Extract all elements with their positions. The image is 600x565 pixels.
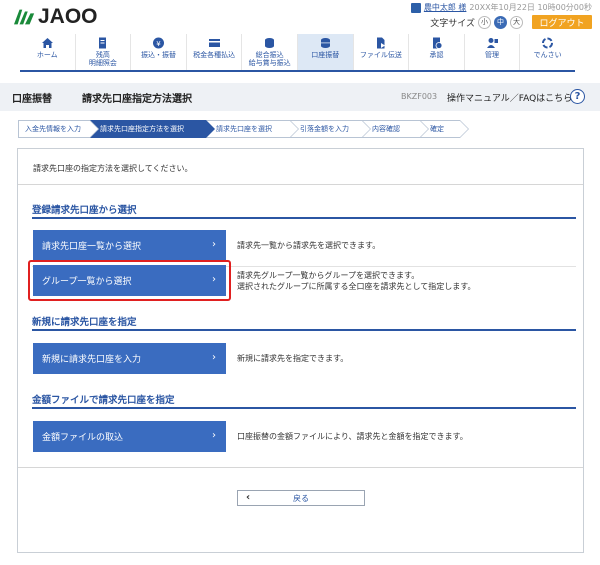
screen-id: BKZF003: [401, 92, 438, 101]
button-description: 請求先グループ一覧からグループを選択できます。 選択されたグループに所属する全口…: [237, 271, 476, 291]
font-size-large-button[interactable]: 大: [510, 15, 523, 29]
select-from-group-button[interactable]: グループ一覧から選択 ›: [33, 265, 226, 296]
new-account-input-button[interactable]: 新規に請求先口座を入力 ›: [33, 343, 226, 374]
button-description: 請求先一覧から請求先を選択できます。: [237, 241, 381, 250]
step-item: 入金先情報を入力: [18, 120, 99, 138]
nav-item-file-transfer[interactable]: ファイル伝送: [354, 34, 410, 70]
document-icon: [96, 37, 109, 49]
global-nav: ホーム 残高 明細照会 ¥ 振込・振替 税金各種払込 総合振込 給与賞与振込 口…: [20, 34, 575, 72]
divider: [18, 184, 583, 185]
back-button[interactable]: ‹ 戻る: [237, 490, 365, 506]
import-amount-file-button[interactable]: 金額ファイルの取込 ›: [33, 421, 226, 452]
nav-item-home[interactable]: ホーム: [20, 34, 76, 70]
button-description: 新規に請求先を指定できます。: [237, 354, 349, 363]
font-size-label: 文字サイズ: [430, 18, 475, 29]
font-size-controls: 文字サイズ 小 中 大 ログアウト: [430, 15, 592, 29]
help-icon[interactable]: ?: [570, 89, 585, 104]
step-item: 請求先口座を選択: [206, 120, 299, 138]
section-title-registered: 登録請求先口座から選択: [32, 205, 137, 216]
main-panel: 請求先口座の指定方法を選択してください。 登録請求先口座から選択 請求先口座一覧…: [17, 148, 584, 553]
chevron-right-icon: ›: [212, 239, 216, 250]
nav-item-densai[interactable]: でんさい: [520, 34, 575, 70]
admin-icon: [486, 37, 499, 49]
logo: JAOO: [14, 5, 98, 28]
step-item-current: 請求先口座指定方法を選択: [90, 120, 215, 138]
file-send-icon: [374, 37, 387, 49]
nav-label: ファイル伝送: [359, 51, 402, 59]
approve-icon: [430, 37, 443, 49]
nav-item-admin[interactable]: 管理: [465, 34, 521, 70]
nav-item-transfer[interactable]: ¥ 振込・振替: [131, 34, 187, 70]
nav-label: 残高 明細照会: [88, 51, 117, 67]
logo-text: JAOO: [38, 5, 98, 28]
button-label: 金額ファイルの取込: [42, 433, 124, 443]
nav-item-approve[interactable]: 承認: [409, 34, 465, 70]
coin-stack-icon: [319, 37, 332, 49]
login-time: 20XX年10月22日 10時00分00秒: [469, 3, 592, 12]
densai-icon: [541, 37, 554, 49]
nav-label: 税金各種払込: [193, 51, 236, 59]
title-bar: 口座振替 請求先口座指定方法選択 BKZF003 操作マニュアル／FAQはこちら…: [0, 83, 600, 111]
nav-label: ホーム: [36, 51, 58, 59]
chevron-right-icon: ›: [212, 274, 216, 285]
page-category: 口座振替: [12, 94, 52, 105]
nav-item-bulk-transfer[interactable]: 総合振込 給与賞与振込: [242, 34, 298, 70]
nav-item-account-transfer[interactable]: 口座振替: [297, 34, 354, 70]
page-title: 請求先口座指定方法選択: [82, 94, 192, 105]
section-divider: [32, 329, 576, 331]
user-info: 農中太郎 様 20XX年10月22日 10時00分00秒: [410, 2, 592, 13]
yen-coin-icon: ¥: [152, 37, 165, 49]
button-description: 口座振替の金額ファイルにより、請求先と金額を指定できます。: [237, 432, 468, 441]
progress-steps: 入金先情報を入力 請求先口座指定方法を選択 請求先口座を選択 引落金額を入力 内…: [18, 120, 469, 138]
card-icon: [208, 37, 221, 49]
nav-item-tax[interactable]: 税金各種払込: [187, 34, 243, 70]
help-link[interactable]: 操作マニュアル／FAQはこちら: [447, 91, 572, 104]
coins-icon: [263, 37, 276, 49]
font-size-small-button[interactable]: 小: [478, 15, 491, 29]
logo-mark-icon: [14, 9, 35, 25]
intro-text: 請求先口座の指定方法を選択してください。: [33, 164, 193, 173]
font-size-medium-button[interactable]: 中: [494, 15, 507, 29]
user-name-link[interactable]: 農中太郎 様: [424, 2, 467, 13]
button-label: 新規に請求先口座を入力: [42, 355, 142, 365]
button-label: グループ一覧から選択: [42, 277, 132, 287]
nav-label: でんさい: [533, 51, 562, 59]
logout-button[interactable]: ログアウト: [532, 15, 592, 29]
nav-label: 振込・振替: [140, 51, 176, 59]
nav-label: 管理: [485, 51, 500, 59]
back-label: 戻る: [293, 493, 309, 503]
section-title-new: 新規に請求先口座を指定: [32, 317, 137, 328]
user-icon: [410, 2, 421, 13]
chevron-right-icon: ›: [212, 430, 216, 441]
select-from-list-button[interactable]: 請求先口座一覧から選択 ›: [33, 230, 226, 261]
nav-label: 口座振替: [311, 51, 340, 59]
section-divider: [32, 407, 576, 409]
svg-text:¥: ¥: [156, 40, 161, 48]
nav-label: 総合振込 給与賞与振込: [248, 51, 291, 67]
section-title-file: 金額ファイルで請求先口座を指定: [32, 395, 175, 406]
nav-label: 承認: [429, 51, 444, 59]
divider: [18, 467, 583, 468]
section-divider: [32, 217, 576, 219]
step-item: 引落金額を入力: [290, 120, 371, 138]
chevron-left-icon: ‹: [246, 492, 251, 503]
home-icon: [41, 37, 54, 49]
nav-item-balance[interactable]: 残高 明細照会: [76, 34, 132, 70]
header: JAOO 農中太郎 様 20XX年10月22日 10時00分00秒 文字サイズ …: [0, 0, 600, 32]
chevron-right-icon: ›: [212, 352, 216, 363]
button-label: 請求先口座一覧から選択: [42, 242, 142, 252]
